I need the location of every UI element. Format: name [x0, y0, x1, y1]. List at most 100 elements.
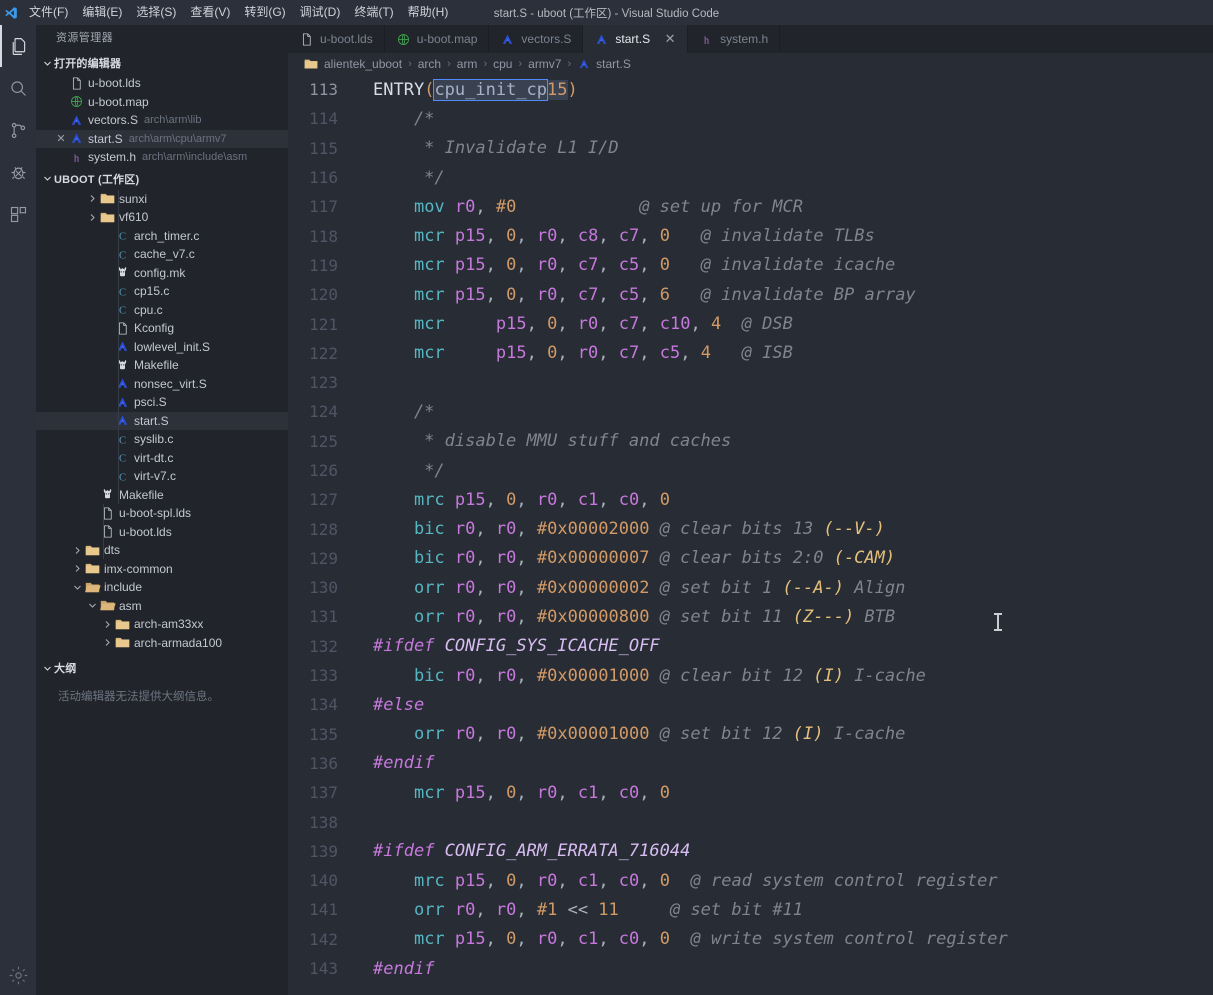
editor-tab[interactable]: h system.h: [688, 25, 781, 53]
tree-file-item[interactable]: nonsec_virt.S: [36, 375, 288, 394]
debug-icon[interactable]: [0, 151, 36, 193]
code-line[interactable]: 116 */: [288, 163, 1213, 192]
line-content[interactable]: #ifdef CONFIG_ARM_ERRATA_716044: [364, 841, 690, 861]
menu-go[interactable]: 转到(G): [237, 0, 292, 25]
tree-file-item[interactable]: Ccp15.c: [36, 282, 288, 301]
close-icon[interactable]: ✕: [54, 132, 68, 145]
search-icon[interactable]: [0, 67, 36, 109]
line-content[interactable]: #endif: [364, 959, 434, 979]
line-content[interactable]: bic r0, r0, #0x00001000 @ clear bit 12 (…: [364, 666, 926, 686]
line-content[interactable]: */: [364, 461, 444, 481]
line-content[interactable]: bic r0, r0, #0x00000007 @ clear bits 2:0…: [364, 548, 895, 568]
line-content[interactable]: mov r0, #0 @ set up for MCR: [364, 197, 803, 217]
code-line[interactable]: 125 * disable MMU stuff and caches: [288, 427, 1213, 456]
menu-debug[interactable]: 调试(D): [293, 0, 348, 25]
source-control-icon[interactable]: [0, 109, 36, 151]
tree-file-item[interactable]: lowlevel_init.S: [36, 338, 288, 357]
chevron-right-icon[interactable]: [70, 543, 84, 557]
breadcrumb-item[interactable]: cpu: [493, 57, 512, 71]
tree-file-item[interactable]: Makefile: [36, 356, 288, 375]
code-line[interactable]: 114 /*: [288, 104, 1213, 133]
code-line[interactable]: 132 #ifdef CONFIG_SYS_ICACHE_OFF: [288, 632, 1213, 661]
breadcrumb-item[interactable]: start.S: [577, 57, 631, 71]
code-line[interactable]: 123: [288, 368, 1213, 397]
line-content[interactable]: mcr p15, 0, r0, c7, c5, 6 @ invalidate B…: [364, 285, 916, 305]
code-line[interactable]: 133 bic r0, r0, #0x00001000 @ clear bit …: [288, 661, 1213, 690]
breadcrumb-item[interactable]: arch: [418, 57, 441, 71]
code-line[interactable]: 131 orr r0, r0, #0x00000800 @ set bit 11…: [288, 602, 1213, 631]
open-editor-item[interactable]: vectors.S arch\arm\lib: [36, 111, 288, 130]
line-content[interactable]: #else: [364, 695, 424, 715]
tree-folder-item[interactable]: arch-armada100: [36, 634, 288, 653]
code-line[interactable]: 122 mcr p15, 0, r0, c7, c5, 4 @ ISB: [288, 339, 1213, 368]
tree-file-item[interactable]: Ccpu.c: [36, 301, 288, 320]
code-line[interactable]: 140 mrc p15, 0, r0, c1, c0, 0 @ read sys…: [288, 866, 1213, 895]
line-content[interactable]: mcr p15, 0, r0, c1, c0, 0 @ write system…: [364, 929, 1008, 949]
tree-file-item[interactable]: Cvirt-v7.c: [36, 467, 288, 486]
section-workspace[interactable]: UBOOT (工作区): [36, 168, 288, 190]
open-editor-item[interactable]: h system.h arch\arm\include\asm: [36, 148, 288, 167]
tree-file-item[interactable]: config.mk: [36, 264, 288, 283]
menu-view[interactable]: 查看(V): [183, 0, 237, 25]
open-editor-item[interactable]: u-boot.lds: [36, 74, 288, 93]
menu-terminal[interactable]: 终端(T): [347, 0, 400, 25]
breadcrumb-item[interactable]: armv7: [528, 57, 561, 71]
code-line[interactable]: 134 #else: [288, 690, 1213, 719]
explorer-icon[interactable]: [0, 25, 36, 67]
line-content[interactable]: mcr p15, 0, r0, c1, c0, 0: [364, 783, 670, 803]
tree-folder-item[interactable]: vf610: [36, 208, 288, 227]
tree-file-item[interactable]: Csyslib.c: [36, 430, 288, 449]
extensions-icon[interactable]: [0, 193, 36, 235]
line-content[interactable]: mcr p15, 0, r0, c8, c7, 0 @ invalidate T…: [364, 226, 875, 246]
code-line[interactable]: 139 #ifdef CONFIG_ARM_ERRATA_716044: [288, 837, 1213, 866]
editor-tab[interactable]: u-boot.lds: [288, 25, 385, 53]
tree-file-item[interactable]: Kconfig: [36, 319, 288, 338]
tree-folder-item[interactable]: dts: [36, 541, 288, 560]
chevron-right-icon[interactable]: [85, 210, 99, 224]
code-line[interactable]: 130 orr r0, r0, #0x00000002 @ set bit 1 …: [288, 573, 1213, 602]
tree-file-item[interactable]: u-boot-spl.lds: [36, 504, 288, 523]
line-content[interactable]: mcr p15, 0, r0, c7, c5, 0 @ invalidate i…: [364, 255, 895, 275]
line-content[interactable]: mrc p15, 0, r0, c1, c0, 0 @ read system …: [364, 871, 998, 891]
line-content[interactable]: * disable MMU stuff and caches: [364, 431, 731, 451]
tree-folder-item[interactable]: imx-common: [36, 560, 288, 579]
code-line[interactable]: 129 bic r0, r0, #0x00000007 @ clear bits…: [288, 544, 1213, 573]
code-line[interactable]: 128 bic r0, r0, #0x00002000 @ clear bits…: [288, 514, 1213, 543]
chevron-right-icon[interactable]: [100, 636, 114, 650]
tree-file-item[interactable]: Makefile: [36, 486, 288, 505]
tree-folder-item[interactable]: include: [36, 578, 288, 597]
line-content[interactable]: orr r0, r0, #1 << 11 @ set bit #11: [364, 900, 803, 920]
chevron-right-icon[interactable]: [70, 562, 84, 576]
line-content[interactable]: orr r0, r0, #0x00001000 @ set bit 12 (I)…: [364, 724, 905, 744]
line-content[interactable]: orr r0, r0, #0x00000002 @ set bit 1 (--A…: [364, 578, 905, 598]
settings-gear-icon[interactable]: [0, 965, 36, 995]
code-lines[interactable]: 113 ENTRY(cpu_init_cp15) 114 /* 115 * Inval…: [288, 75, 1213, 983]
tree-folder-item[interactable]: asm: [36, 597, 288, 616]
tree-file-item[interactable]: Carch_timer.c: [36, 227, 288, 246]
line-content[interactable]: #endif: [364, 753, 434, 773]
open-editor-item[interactable]: u-boot.map: [36, 93, 288, 112]
code-line[interactable]: 126 */: [288, 456, 1213, 485]
breadcrumb-item[interactable]: arm: [457, 57, 478, 71]
line-content[interactable]: ENTRY(cpu_init_cp15): [364, 78, 578, 101]
section-outline[interactable]: 大纲: [36, 657, 288, 679]
section-open-editors[interactable]: 打开的编辑器: [36, 52, 288, 74]
tab-close-icon[interactable]: ✕: [664, 31, 676, 47]
code-line[interactable]: 141 orr r0, r0, #1 << 11 @ set bit #11: [288, 895, 1213, 924]
chevron-down-icon[interactable]: [70, 580, 84, 594]
chevron-right-icon[interactable]: [85, 192, 99, 206]
editor-tab[interactable]: vectors.S: [489, 25, 584, 53]
code-line[interactable]: 118 mcr p15, 0, r0, c8, c7, 0 @ invalida…: [288, 221, 1213, 250]
code-line[interactable]: 115 * Invalidate L1 I/D: [288, 134, 1213, 163]
line-content[interactable]: */: [364, 168, 444, 188]
line-content[interactable]: * Invalidate L1 I/D: [364, 138, 618, 158]
code-line[interactable]: 124 /*: [288, 397, 1213, 426]
chevron-right-icon[interactable]: [100, 617, 114, 631]
line-content[interactable]: #ifdef CONFIG_SYS_ICACHE_OFF: [364, 636, 660, 656]
menu-help[interactable]: 帮助(H): [401, 0, 456, 25]
code-line[interactable]: 138: [288, 807, 1213, 836]
line-content[interactable]: mcr p15, 0, r0, c7, c5, 4 @ ISB: [364, 343, 793, 363]
tree-folder-item[interactable]: arch-am33xx: [36, 615, 288, 634]
tree-file-item[interactable]: Ccache_v7.c: [36, 245, 288, 264]
line-content[interactable]: /*: [364, 109, 434, 129]
